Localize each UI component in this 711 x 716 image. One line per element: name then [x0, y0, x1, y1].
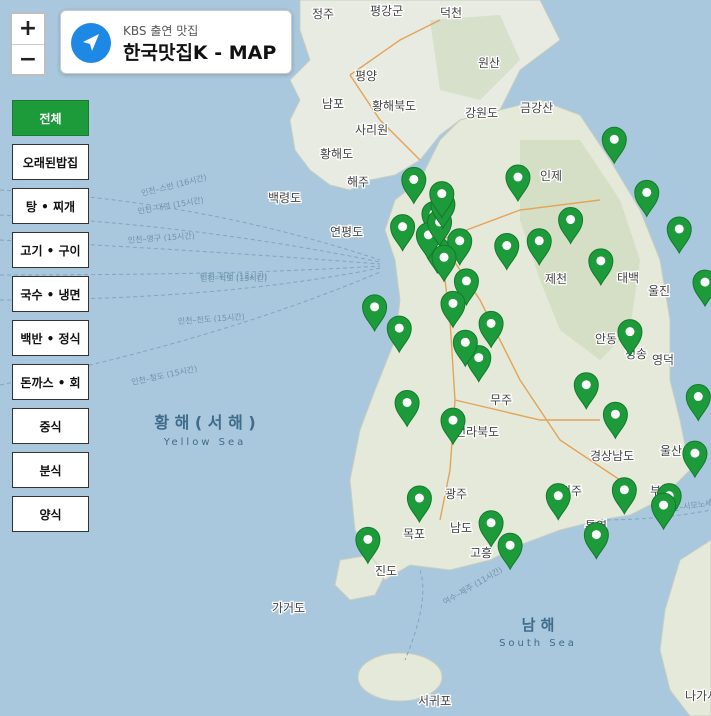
- city-label: 평강군: [370, 4, 403, 18]
- sea-label-south-en: South Sea: [499, 638, 577, 649]
- city-label: 연평도: [330, 225, 363, 239]
- app-title: 한국맛집K - MAP: [123, 42, 277, 64]
- city-label: 영덕: [652, 353, 674, 367]
- category-stew-button[interactable]: 탕 • 찌개: [12, 188, 89, 224]
- map-canvas[interactable]: 정주 평강군 덕천평양남포 황해북도사리원황해도해주 강원도 금강산 원산인제연평도태백울진…: [0, 0, 711, 716]
- category-chinese-button[interactable]: 중식: [12, 408, 89, 444]
- city-label: 서귀포: [418, 694, 451, 708]
- category-western-button[interactable]: 양식: [12, 496, 89, 532]
- city-label: 원산: [478, 56, 500, 70]
- zoom-out-button[interactable]: −: [12, 44, 44, 74]
- app-subtitle: KBS 출연 맛집: [123, 24, 199, 38]
- city-label: 사리원: [355, 123, 388, 137]
- city-label: 인제: [540, 169, 562, 183]
- city-label: 남도: [450, 521, 472, 535]
- city-label: 광주: [445, 487, 467, 501]
- city-label: 백령도: [268, 191, 301, 205]
- sea-label-yellow: 황 해 ( 서 해 ): [154, 413, 255, 432]
- city-label: 경상남도: [590, 449, 634, 463]
- city-label: 평양: [355, 69, 377, 83]
- category-noodle-button[interactable]: 국수 • 냉면: [12, 276, 89, 312]
- city-label: 안동: [595, 332, 617, 346]
- city-label: 남포: [322, 97, 344, 111]
- city-label: 가거도: [272, 601, 305, 615]
- category-all-button[interactable]: 전체: [12, 100, 89, 136]
- sea-label-south: 남 해: [522, 616, 555, 634]
- city-label: 진도: [375, 564, 397, 578]
- city-label: 제천: [545, 271, 567, 286]
- city-label: 강원도: [465, 106, 498, 120]
- category-meat-button[interactable]: 고기 • 구이: [12, 232, 89, 268]
- city-label: 황해도: [320, 147, 353, 161]
- city-label: 정주: [312, 7, 334, 21]
- city-label: 울진: [648, 284, 670, 298]
- navigation-arrow-icon: [71, 23, 111, 63]
- city-label: 목포: [403, 527, 425, 541]
- city-label: 울산: [660, 444, 682, 458]
- zoom-in-button[interactable]: +: [12, 14, 44, 44]
- city-label: 무주: [490, 393, 512, 407]
- category-filter-list: 전체 오래된밥집 탕 • 찌개 고기 • 구이 국수 • 냉면 백반 • 정식 …: [12, 100, 89, 540]
- city-label: 해주: [347, 175, 369, 189]
- title-card: KBS 출연 맛집 한국맛집K - MAP: [60, 10, 292, 74]
- sea-label-yellow-en: Yellow Sea: [163, 437, 247, 448]
- category-snack-button[interactable]: 분식: [12, 452, 89, 488]
- ferry-route-label: 인천–위해 (13시간): [200, 271, 267, 281]
- city-label: 금강산: [520, 101, 553, 115]
- city-label: 고흥: [470, 546, 492, 560]
- city-label: 황해북도: [372, 99, 416, 113]
- zoom-control: + −: [10, 12, 46, 76]
- category-set-meal-button[interactable]: 백반 • 정식: [12, 320, 89, 356]
- category-old-restaurant-button[interactable]: 오래된밥집: [12, 144, 89, 180]
- category-cutlet-sashimi-button[interactable]: 돈까스 • 회: [12, 364, 89, 400]
- city-label: 태백: [617, 271, 639, 285]
- city-label: 덕천: [440, 5, 462, 20]
- city-label: 나가사키: [685, 689, 711, 703]
